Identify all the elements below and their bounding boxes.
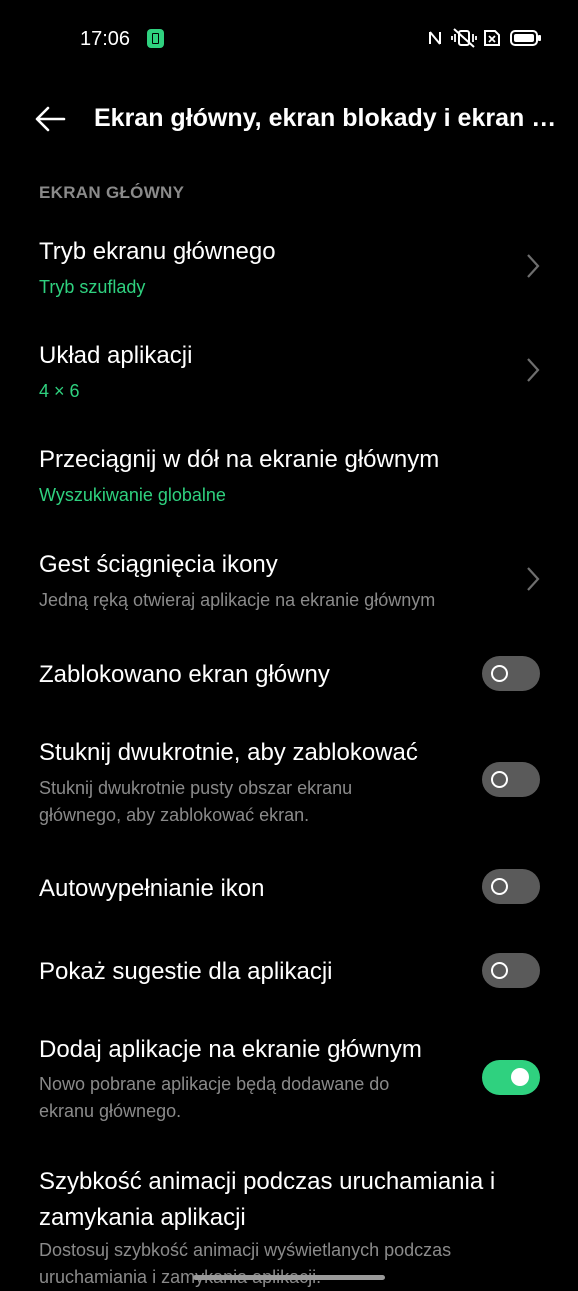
status-time: 17:06 [80,28,131,50]
sim-off-icon [484,30,500,46]
setting-home-screen-mode[interactable]: Tryb ekranu głównego Tryb szuflady [0,224,578,324]
battery-icon [510,30,541,46]
back-arrow-icon[interactable] [34,105,66,133]
setting-value: Wyszukiwanie globalne [39,485,226,505]
setting-lock-home-screen[interactable]: Zablokowano ekran główny [0,640,578,710]
setting-title: Przeciągnij w dół na ekranie głównym [39,446,440,473]
toggle-knob [511,1068,529,1086]
setting-title: Dodaj aplikacje na ekranie głównym [39,1036,422,1063]
setting-title: Pokaż sugestie dla aplikacji [39,958,333,985]
setting-add-apps-home[interactable]: Dodaj aplikacje na ekranie głównym Nowo … [0,1020,578,1140]
setting-swipe-down[interactable]: Przeciągnij w dół na ekranie głównym Wys… [0,432,578,532]
toggle-switch[interactable] [482,869,540,904]
setting-value: 4 × 6 [39,381,80,401]
setting-description: Dostosuj szybkość animacji wyświetlanych… [39,1240,452,1287]
vibrate-off-icon [451,28,477,48]
setting-title: Autowypełnianie ikon [39,875,265,902]
setting-title: Stuknij dwukrotnie, aby zablokować [39,739,418,766]
battery-saver-icon [147,29,164,48]
setting-title: Szybkość animacji podczas uruchamiania i… [39,1168,496,1231]
setting-description: Stuknij dwukrotnie pusty obszar ekranu g… [39,778,353,825]
toggle-knob [491,878,508,895]
toggle-switch[interactable] [482,762,540,797]
section-title: EKRAN GŁÓWNY [39,183,185,202]
toggle-knob [491,665,508,682]
status-bar: 17:06 [0,0,578,78]
chevron-right-icon [527,358,540,382]
toggle-switch[interactable] [482,1060,540,1095]
toggle-knob [491,962,508,979]
toggle-switch[interactable] [482,953,540,988]
setting-title: Zablokowano ekran główny [39,661,330,688]
setting-title: Gest ściągnięcia ikony [39,551,278,578]
setting-icon-pulldown-gesture[interactable]: Gest ściągnięcia ikony Jedną ręką otwier… [0,537,578,637]
setting-title: Układ aplikacji [39,342,193,369]
setting-app-layout[interactable]: Układ aplikacji 4 × 6 [0,328,578,428]
home-indicator[interactable] [193,1275,385,1280]
setting-icon-autofill[interactable]: Autowypełnianie ikon [0,852,578,922]
setting-value: Tryb szuflady [39,277,146,297]
chevron-right-icon [527,567,540,591]
toggle-switch[interactable] [482,656,540,691]
header: Ekran główny, ekran blokady i ekran za..… [0,78,578,162]
toggle-knob [491,771,508,788]
page-title: Ekran główny, ekran blokady i ekran za..… [94,104,564,132]
setting-double-tap-lock[interactable]: Stuknij dwukrotnie, aby zablokować Stukn… [0,722,578,842]
setting-animation-speed[interactable]: Szybkość animacji podczas uruchamiania i… [0,1150,578,1287]
setting-description: Nowo pobrane aplikacje będą dodawane do … [39,1074,390,1121]
setting-description: Jedną ręką otwieraj aplikacje na ekranie… [39,590,436,610]
setting-app-suggestions[interactable]: Pokaż sugestie dla aplikacji [0,936,578,1006]
nfc-icon [429,31,441,45]
chevron-right-icon [527,254,540,278]
setting-title: Tryb ekranu głównego [39,238,276,265]
